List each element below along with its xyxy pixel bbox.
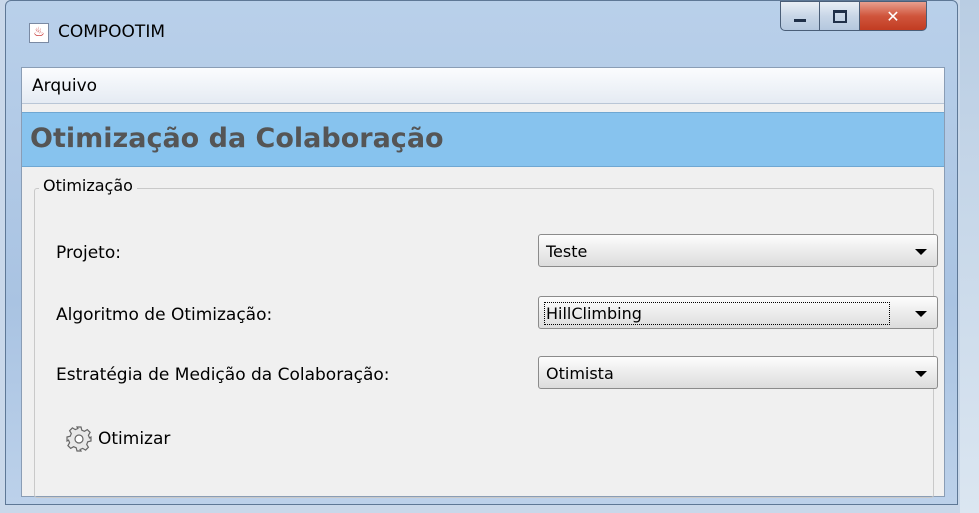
client-area: Arquivo Otimização da Colaboração Otimiz… bbox=[21, 67, 945, 498]
minimize-icon bbox=[794, 18, 806, 22]
close-icon: ✕ bbox=[886, 6, 900, 26]
window-title: COMPOOTIM bbox=[58, 22, 165, 42]
maximize-button[interactable] bbox=[820, 1, 860, 31]
close-button[interactable]: ✕ bbox=[860, 1, 927, 31]
java-icon: ♨ bbox=[29, 23, 49, 43]
app-window: ♨ COMPOOTIM ✕ Arquivo Otimização da Cola… bbox=[5, 0, 958, 505]
chevron-down-icon bbox=[915, 249, 927, 255]
strategy-label: Estratégia de Medição da Colaboração: bbox=[56, 365, 390, 385]
header-panel: Otimização da Colaboração bbox=[22, 112, 944, 167]
menu-arquivo[interactable]: Arquivo bbox=[32, 76, 97, 96]
menu-bar: Arquivo bbox=[22, 68, 944, 104]
project-select[interactable]: Teste bbox=[538, 234, 938, 267]
algorithm-label: Algoritmo de Otimização: bbox=[56, 305, 273, 325]
strategy-select-value: Otimista bbox=[546, 364, 614, 383]
chevron-down-icon bbox=[915, 371, 927, 377]
page-title: Otimização da Colaboração bbox=[30, 123, 444, 154]
gear-icon bbox=[66, 426, 92, 452]
maximize-icon bbox=[832, 9, 847, 23]
project-label: Projeto: bbox=[56, 243, 121, 263]
group-title: Otimização bbox=[39, 176, 137, 195]
title-bar: ♨ COMPOOTIM ✕ bbox=[6, 1, 957, 67]
chevron-down-icon bbox=[915, 311, 927, 317]
project-select-value: Teste bbox=[546, 242, 588, 261]
minimize-button[interactable] bbox=[780, 1, 820, 31]
window-controls: ✕ bbox=[780, 1, 927, 33]
optimize-label: Otimizar bbox=[98, 429, 171, 449]
optimize-button[interactable]: Otimizar bbox=[66, 422, 170, 456]
algorithm-select[interactable]: HillClimbing bbox=[538, 296, 938, 329]
strategy-select[interactable]: Otimista bbox=[538, 356, 938, 389]
desktop-background bbox=[960, 0, 979, 513]
algorithm-select-value: HillClimbing bbox=[544, 302, 890, 325]
